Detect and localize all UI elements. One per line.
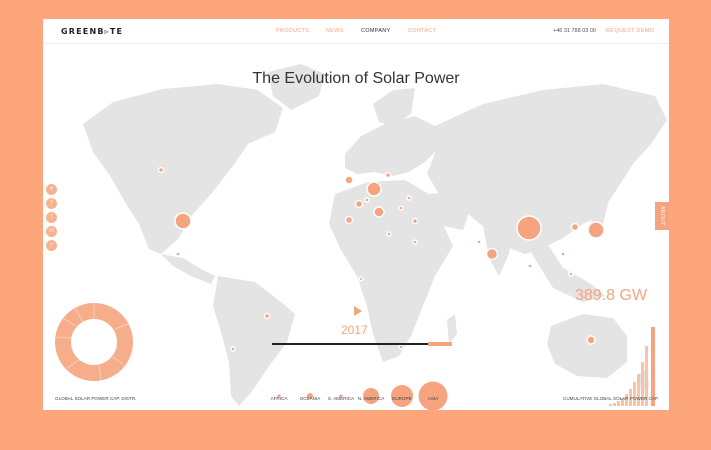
world-map	[55, 64, 667, 410]
facebook-icon[interactable]: f	[46, 198, 57, 209]
cumulative-bar	[633, 382, 636, 406]
bubble-south-korea[interactable]	[570, 222, 580, 232]
bubble-philippines[interactable]	[568, 271, 574, 277]
bubble-belgium[interactable]	[364, 197, 370, 203]
donut-hole	[72, 320, 116, 364]
request-demo-link[interactable]: REQUEST DEMO	[606, 28, 654, 34]
bubble-india[interactable]	[485, 247, 499, 261]
australia-landmass	[547, 314, 627, 378]
nav-news[interactable]: NEWS	[326, 28, 344, 34]
capacity-donut-chart	[55, 303, 133, 382]
continents	[83, 64, 667, 406]
cumulative-bar	[637, 374, 640, 406]
bubble-spain[interactable]	[344, 215, 354, 225]
total-capacity-value: 389.8	[575, 287, 616, 304]
total-capacity-unit: GW	[619, 287, 648, 304]
cumulative-bar	[609, 404, 612, 406]
cumulative-bar	[617, 401, 620, 406]
timeline-year: 2017	[341, 323, 368, 337]
bubble-turkey[interactable]	[411, 217, 419, 225]
bubble-france[interactable]	[354, 199, 364, 209]
bubble-brazil[interactable]	[263, 312, 271, 320]
bubble-canada[interactable]	[157, 166, 165, 174]
bubble-italy[interactable]	[373, 206, 385, 218]
about-side-tab[interactable]: ABOUT	[655, 202, 669, 230]
timeline-track[interactable]	[272, 343, 452, 345]
brand-logo[interactable]: GREENB▹TE	[61, 27, 123, 36]
bubble-saudi-arabia[interactable]	[476, 239, 482, 245]
cumulative-bar-current	[651, 327, 655, 406]
bubble-chile[interactable]	[230, 346, 236, 352]
bubble-germany[interactable]	[366, 181, 382, 197]
bubble-china[interactable]	[516, 215, 542, 241]
bubble-united-states[interactable]	[174, 212, 192, 230]
bubble-south-africa[interactable]	[398, 344, 404, 350]
south-america-landmass	[213, 276, 295, 406]
phone-number: +46 31 788 03 00	[553, 28, 596, 34]
bubble-uk[interactable]	[344, 175, 354, 185]
nav-contact[interactable]: CONTACT	[408, 28, 436, 34]
bubble-mexico[interactable]	[175, 251, 181, 257]
bubble-poland[interactable]	[384, 171, 392, 179]
twitter-icon[interactable]: t	[46, 212, 57, 223]
donut-caption: GLOBAL SOLAR POWER CAP. DISTR.	[55, 396, 137, 401]
madagascar-landmass	[447, 314, 457, 344]
nav-products[interactable]: PRODUCTS	[276, 28, 309, 34]
region-label-asia: ASIA	[427, 396, 439, 401]
nav-company[interactable]: COMPANY	[361, 28, 391, 34]
bubble-ukraine[interactable]	[406, 195, 412, 201]
instagram-icon[interactable]: ○	[46, 240, 57, 251]
central-america-landmass	[161, 254, 215, 284]
cumulative-caption: CUMULATIVE GLOBAL SOLAR POWER CAP.	[563, 396, 659, 401]
top-navigation: GREENB▹TE PRODUCTS NEWS COMPANY CONTACT …	[43, 19, 669, 44]
bubble-taiwan[interactable]	[560, 251, 566, 257]
bubble-nigeria[interactable]	[358, 276, 364, 282]
bubble-thailand[interactable]	[527, 263, 533, 269]
dashboard-frame: GREENB▹TE PRODUCTS NEWS COMPANY CONTACT …	[43, 19, 669, 410]
timeline-progress[interactable]	[428, 342, 452, 346]
bubble-romania[interactable]	[398, 205, 404, 211]
bubble-australia[interactable]	[586, 335, 596, 345]
bubble-israel[interactable]	[412, 239, 418, 245]
total-capacity-readout: 389.8 GW	[575, 287, 647, 305]
cumulative-bar	[613, 403, 616, 406]
page-title: The Evolution of Solar Power	[252, 70, 460, 87]
linkedin-icon[interactable]: in	[46, 226, 57, 237]
share-icon[interactable]: <	[46, 184, 57, 195]
about-tab-label: ABOUT	[659, 206, 665, 226]
bubble-greece[interactable]	[386, 231, 392, 237]
play-button[interactable]	[354, 306, 362, 316]
bubble-japan[interactable]	[587, 221, 605, 239]
